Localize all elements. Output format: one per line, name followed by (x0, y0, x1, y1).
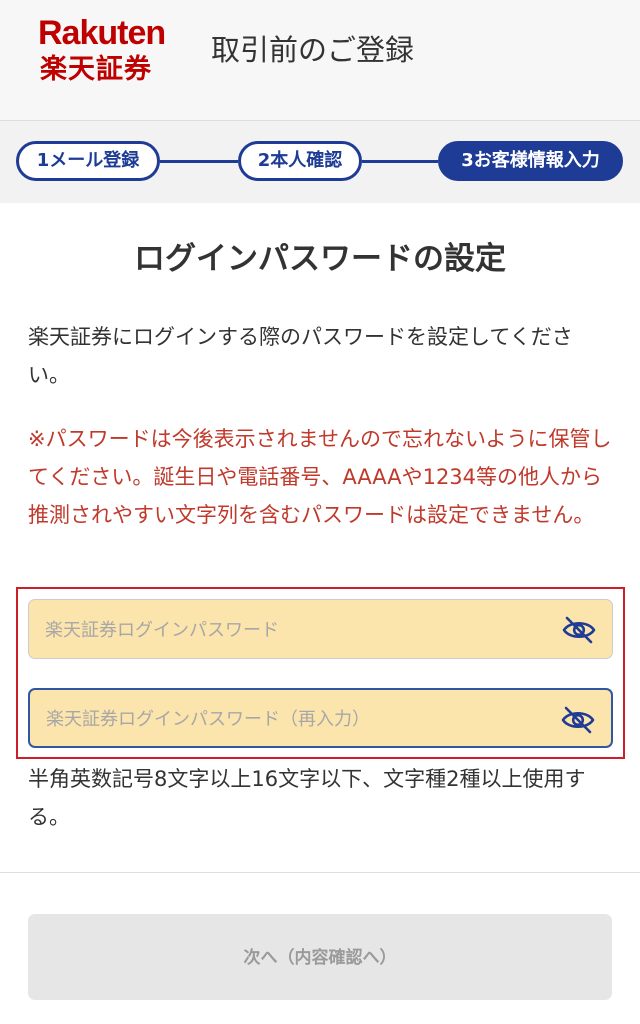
password-input[interactable] (43, 600, 547, 660)
header-title: 取引前のご登録 (211, 33, 415, 67)
page-title: ログインパスワードの設定 (134, 241, 506, 277)
password-field[interactable] (28, 599, 613, 660)
step-connector (160, 160, 238, 163)
progress-stepper: 1メール登録 2本人確認 3お客様情報入力 (0, 121, 640, 203)
instruction-text: 楽天証券にログインする際のパスワードを設定してください。 (28, 325, 573, 387)
next-button[interactable]: 次へ（内容確認へ） (28, 914, 612, 1000)
eye-slash-icon[interactable] (561, 705, 595, 735)
eye-slash-icon[interactable] (562, 615, 596, 645)
step-identity-verification: 2本人確認 (238, 141, 362, 181)
password-confirm-field[interactable] (28, 688, 613, 748)
logo-wordmark: Rakuten (38, 14, 166, 52)
step-customer-info: 3お客様情報入力 (438, 141, 623, 181)
logo-japanese: 楽天証券 (40, 54, 152, 85)
warning-text: ※パスワードは今後表示されませんので忘れないように保管してください。誕生日や電話… (28, 427, 612, 527)
step-connector (362, 160, 438, 163)
password-requirements-hint: 半角英数記号8文字以上16文字以下、文字種2種以上使用する。 (28, 767, 586, 829)
password-confirm-input[interactable] (44, 690, 548, 748)
divider (0, 872, 640, 873)
rakuten-securities-logo[interactable]: Rakuten 楽天証券 (38, 14, 170, 90)
step-mail-registration: 1メール登録 (16, 141, 160, 181)
header: Rakuten 楽天証券 取引前のご登録 (0, 0, 640, 121)
